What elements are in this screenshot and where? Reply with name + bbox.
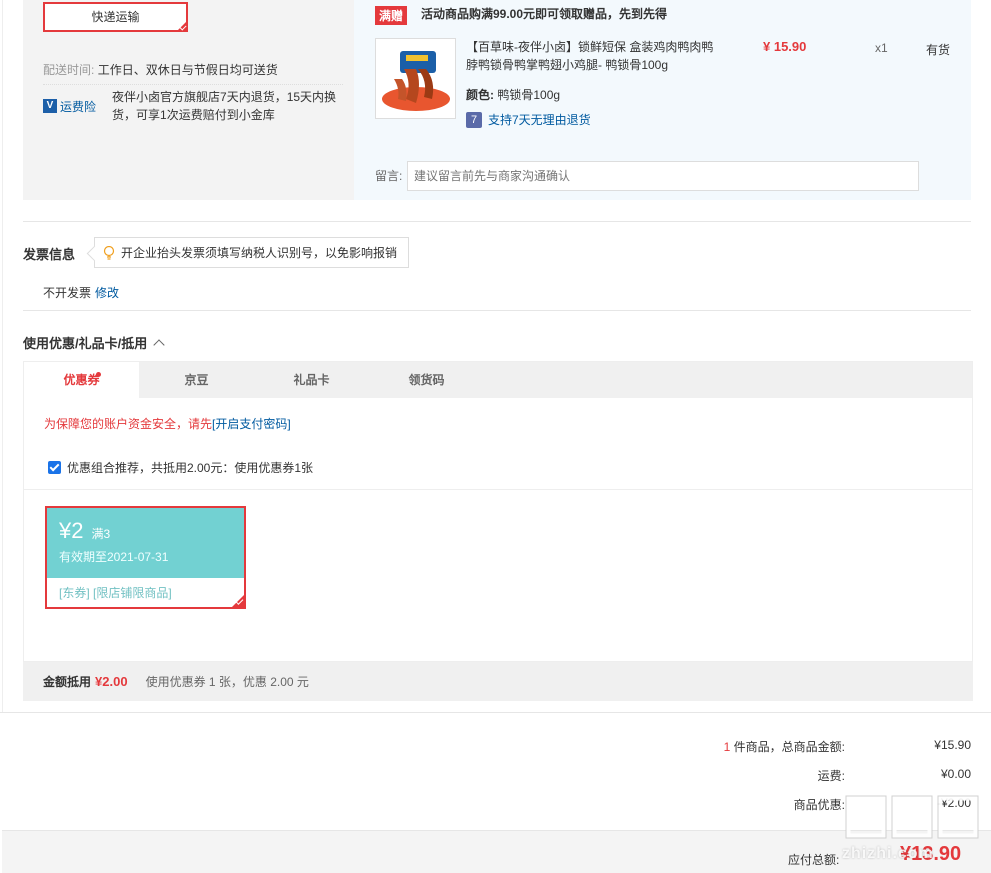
item-count-suffix: 件商品，总商品金额: bbox=[730, 740, 845, 754]
remark-input[interactable] bbox=[407, 161, 919, 191]
product-quantity: x1 bbox=[875, 41, 888, 55]
delivery-time-value: 工作日、双休日与节假日均可送货 bbox=[97, 63, 278, 77]
tab-label: 优惠券 bbox=[63, 373, 100, 387]
invoice-status-text: 不开发票 bbox=[43, 286, 92, 300]
goods-panel: 满赠 活动商品购满99.00元即可领取赠品，先到先得 【百草味-夜伴小卤】锁鲜短… bbox=[354, 0, 971, 200]
selected-check-icon bbox=[176, 20, 188, 32]
chevron-up-icon bbox=[153, 338, 165, 351]
tab-coupon[interactable]: 优惠券 bbox=[24, 362, 139, 401]
product-name[interactable]: 【百草味-夜伴小卤】锁鲜短保 盒装鸡肉鸭肉鸭脖鸭锁骨鸭掌鸭翅小鸡腿- 鸭锁骨10… bbox=[466, 38, 716, 74]
page-left-border bbox=[2, 0, 3, 713]
shipping-method-label: 快递运输 bbox=[91, 10, 140, 24]
coupon-summary-label: 金额抵用 bbox=[43, 675, 92, 689]
freight-row: 运费: ¥0.00 bbox=[645, 767, 971, 784]
product-image[interactable] bbox=[375, 38, 456, 119]
discount-value: -¥2.00 bbox=[936, 796, 971, 810]
invoice-tip: 开企业抬头发票须填写纳税人识别号，以免影响报销 bbox=[94, 237, 409, 268]
product-price: ¥ 15.90 bbox=[763, 39, 807, 54]
combo-recommend[interactable]: 优惠组合推荐，共抵用2.00元：使用优惠券1张 bbox=[48, 459, 313, 476]
enable-pay-password-link[interactable]: [开启支付密码] bbox=[212, 417, 291, 431]
gift-text: 活动商品购满99.00元即可领取赠品，先到先得 bbox=[421, 7, 668, 21]
divider bbox=[43, 84, 343, 85]
return-policy-text: 支持7天无理由退货 bbox=[488, 113, 591, 127]
freight-label: 运费: bbox=[817, 769, 845, 783]
discount-label: 商品优惠: bbox=[793, 798, 845, 812]
tab-label: 京豆 bbox=[184, 373, 209, 387]
return-7day-icon: 7 bbox=[466, 111, 482, 128]
product-color-label: 颜色: bbox=[466, 88, 494, 102]
coupon-summary: 金额抵用 ¥2.00 使用优惠券 1 张，优惠 2.00 元 bbox=[23, 662, 973, 701]
discount-tabs: 优惠券 京豆 礼品卡 领货码 bbox=[23, 361, 973, 401]
product-color-value: 鸭锁骨100g bbox=[497, 88, 561, 102]
delivery-time-label: 配送时间: bbox=[43, 63, 95, 77]
freight-insurance: V 运费险 夜伴小卤官方旗舰店7天内退货，15天内换货，可享1次运费赔付到小金库 bbox=[43, 88, 342, 124]
invoice-status: 不开发票 修改 bbox=[43, 284, 119, 301]
tab-label: 礼品卡 bbox=[293, 373, 330, 387]
coupon-card[interactable]: ¥2 满3 有效期至2021-07-31 [东券] [限店铺限商品] bbox=[45, 506, 246, 609]
return-policy[interactable]: 7 支持7天无理由退货 bbox=[466, 111, 591, 128]
coupon-summary-value: ¥2.00 bbox=[95, 674, 128, 689]
invoice-tip-text: 开企业抬头发票须填写纳税人识别号，以免影响报销 bbox=[121, 246, 398, 260]
security-notice: 为保障您的账户资金安全，请先[开启支付密码] bbox=[44, 415, 291, 432]
divider bbox=[23, 310, 971, 311]
lightbulb-icon bbox=[103, 245, 115, 260]
tab-gift-card[interactable]: 礼品卡 bbox=[254, 362, 369, 400]
tab-label: 领货码 bbox=[408, 373, 445, 387]
tab-jingdou[interactable]: 京豆 bbox=[139, 362, 254, 400]
coupon-expire: 有效期至2021-07-31 bbox=[59, 550, 169, 564]
divider bbox=[24, 489, 972, 490]
product-color: 颜色: 鸭锁骨100g bbox=[466, 86, 560, 103]
invoice-title: 发票信息 bbox=[23, 247, 76, 262]
product-stock: 有货 bbox=[926, 43, 951, 57]
combo-checkbox[interactable] bbox=[48, 461, 61, 474]
tab-pickup-code[interactable]: 领货码 bbox=[369, 362, 484, 400]
total-goods-row: 1 件商品，总商品金额: ¥15.90 bbox=[645, 738, 971, 755]
invoice-edit-link[interactable]: 修改 bbox=[95, 286, 119, 300]
gift-tag: 满赠 bbox=[375, 6, 408, 25]
freight-insurance-label: 运费险 bbox=[60, 99, 97, 114]
remark-label: 留言: bbox=[375, 169, 403, 183]
total-goods-label: 1 件商品，总商品金额: bbox=[645, 738, 845, 755]
freight-insurance-badge[interactable]: V 运费险 bbox=[43, 88, 96, 124]
coupon-tags: [东券] [限店铺限商品] bbox=[59, 586, 172, 600]
total-goods-value: ¥15.90 bbox=[934, 738, 971, 752]
combo-text: 优惠组合推荐，共抵用2.00元：使用优惠券1张 bbox=[67, 461, 314, 475]
new-dot-icon bbox=[96, 372, 101, 377]
coupon-panel: 为保障您的账户资金安全，请先[开启支付密码] 优惠组合推荐，共抵用2.00元：使… bbox=[23, 398, 973, 662]
discount-section-toggle[interactable]: 使用优惠/礼品卡/抵用 bbox=[23, 333, 165, 352]
freight-value: ¥0.00 bbox=[940, 767, 971, 781]
coupon-card-top: ¥2 满3 有效期至2021-07-31 bbox=[47, 508, 244, 578]
delivery-time: 配送时间: 工作日、双休日与节假日均可送货 bbox=[43, 61, 278, 78]
divider bbox=[0, 712, 991, 713]
shipping-method-button[interactable]: 快递运输 bbox=[43, 2, 188, 32]
coupon-amount-row: ¥2 满3 bbox=[59, 518, 232, 544]
watermark-text: zhizhi.com bbox=[842, 845, 934, 862]
payable-label: 应付总额: bbox=[788, 853, 840, 867]
divider bbox=[23, 221, 971, 222]
security-notice-text: 为保障您的账户资金安全，请先 bbox=[44, 417, 213, 431]
coupon-summary-desc: 使用优惠券 1 张，优惠 2.00 元 bbox=[145, 675, 309, 689]
delivery-panel: 快递运输 配送时间: 工作日、双休日与节假日均可送货 V 运费险 夜伴小卤官方旗… bbox=[23, 0, 354, 200]
discount-row: 商品优惠: -¥2.00 bbox=[645, 796, 971, 813]
freight-insurance-desc: 夜伴小卤官方旗舰店7天内退货，15天内换货，可享1次运费赔付到小金库 bbox=[112, 90, 337, 122]
coupon-amount: ¥2 bbox=[59, 518, 84, 543]
discount-section-title: 使用优惠/礼品卡/抵用 bbox=[23, 336, 148, 351]
coupon-condition: 满3 bbox=[91, 527, 111, 541]
shield-icon: V bbox=[43, 99, 57, 113]
selected-check-icon bbox=[230, 593, 246, 609]
